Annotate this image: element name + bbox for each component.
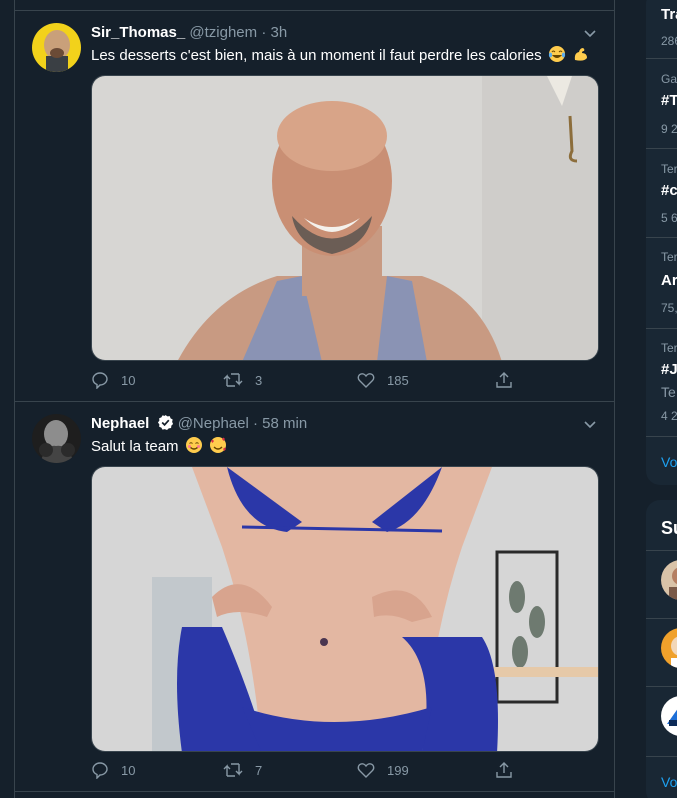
reply-button[interactable]: 10 — [91, 369, 135, 391]
divider — [646, 58, 677, 59]
who-to-follow-panel: Su Vo — [646, 500, 677, 798]
trend-item[interactable]: #T — [661, 92, 677, 109]
trend-item[interactable]: #c — [661, 182, 677, 199]
reply-icon — [92, 762, 108, 779]
display-name[interactable]: Nephael — [91, 415, 149, 432]
tweet-actions: 10 7 199 — [91, 759, 521, 781]
like-button[interactable]: 185 — [357, 369, 409, 391]
tweet-header: Sir_Thomas_ @tzighem · 3h — [91, 23, 287, 43]
smiling-face-icon — [185, 436, 203, 460]
divider — [646, 436, 677, 437]
divider — [646, 328, 677, 329]
retweet-count: 3 — [255, 372, 263, 388]
trend-count: 9 2 — [661, 122, 677, 136]
divider — [646, 550, 677, 551]
tweet-text: Les desserts c'est bien, mais à un momen… — [91, 45, 590, 69]
divider — [646, 237, 677, 238]
trend-context: Ga — [661, 72, 677, 86]
trend-context: Ter — [661, 250, 677, 264]
user-handle[interactable]: @tzighem — [189, 24, 257, 41]
trend-count: 286 — [661, 34, 677, 48]
trend-description: Te — [661, 384, 676, 400]
reply-button[interactable]: 10 — [91, 759, 135, 781]
tweet-text-content: Les desserts c'est bien, mais à un momen… — [91, 47, 542, 64]
reply-count: 10 — [121, 372, 136, 388]
chevron-down-icon[interactable] — [582, 416, 598, 437]
reply-icon — [92, 372, 108, 389]
avatar[interactable] — [661, 560, 677, 600]
timeline: Sir_Thomas_ @tzighem · 3h Les desserts c… — [14, 0, 615, 798]
timestamp[interactable]: 58 min — [262, 415, 307, 432]
trend-context: Ter — [661, 341, 677, 355]
chevron-down-icon[interactable] — [582, 25, 598, 46]
divider — [646, 148, 677, 149]
like-button[interactable]: 199 — [357, 759, 409, 781]
retweet-button[interactable]: 3 — [223, 369, 262, 391]
user-handle[interactable]: @Nephael — [178, 415, 249, 432]
share-icon — [496, 762, 512, 778]
like-count: 199 — [387, 762, 409, 778]
tweet-photo[interactable] — [91, 466, 599, 752]
avatar[interactable] — [661, 628, 677, 668]
divider — [646, 686, 677, 687]
trend-count: 4 2 — [661, 409, 677, 423]
separator: · — [261, 24, 267, 41]
trend-count: 5 6 — [661, 211, 677, 225]
who-to-follow-title: Su — [661, 518, 677, 538]
tweet[interactable]: Nephael @Nephael · 58 min Salut la team — [15, 402, 614, 792]
trend-item[interactable]: #J — [661, 361, 677, 378]
right-sidebar: Tra 286 Ga #T 9 2 Ter #c 5 6 Ter Ar 75, … — [646, 0, 677, 798]
reply-count: 10 — [121, 762, 136, 778]
tweet[interactable]: Sir_Thomas_ @tzighem · 3h Les desserts c… — [15, 10, 614, 402]
avatar[interactable] — [32, 414, 81, 463]
retweet-count: 7 — [255, 762, 263, 778]
trend-context: Ter — [661, 162, 677, 176]
share-button[interactable] — [495, 369, 525, 391]
face-with-tears-of-joy-icon — [548, 45, 566, 69]
display-name[interactable]: Sir_Thomas_ — [91, 24, 185, 41]
trend-item[interactable]: Ar — [661, 272, 677, 289]
separator: · — [252, 415, 258, 432]
divider — [646, 756, 677, 757]
avatar[interactable] — [661, 696, 677, 736]
show-more-link[interactable]: Vo — [661, 454, 677, 470]
tweet-actions: 10 3 185 — [91, 369, 521, 391]
show-more-link[interactable]: Vo — [661, 774, 677, 790]
heart-icon — [357, 763, 375, 778]
smiling-face-with-hearts-icon — [209, 436, 227, 460]
trends-panel: Tra 286 Ga #T 9 2 Ter #c 5 6 Ter Ar 75, … — [646, 0, 677, 485]
retweet-button[interactable]: 7 — [223, 759, 262, 781]
tweet-photo[interactable] — [91, 75, 599, 361]
share-button[interactable] — [495, 759, 525, 781]
tweet-header: Nephael @Nephael · 58 min — [91, 414, 307, 434]
share-icon — [496, 372, 512, 388]
trend-count: 75, — [661, 301, 677, 315]
heart-icon — [357, 373, 375, 388]
divider — [646, 618, 677, 619]
tweet-text: Salut la team — [91, 436, 227, 460]
verified-badge-icon — [157, 414, 174, 437]
timestamp[interactable]: 3h — [270, 24, 287, 41]
flexed-biceps-icon — [572, 45, 590, 69]
trends-title: Tra — [661, 6, 677, 23]
tweet-text-content: Salut la team — [91, 438, 179, 455]
retweet-icon — [223, 763, 243, 777]
like-count: 185 — [387, 372, 409, 388]
avatar[interactable] — [32, 23, 81, 72]
retweet-icon — [223, 373, 243, 387]
